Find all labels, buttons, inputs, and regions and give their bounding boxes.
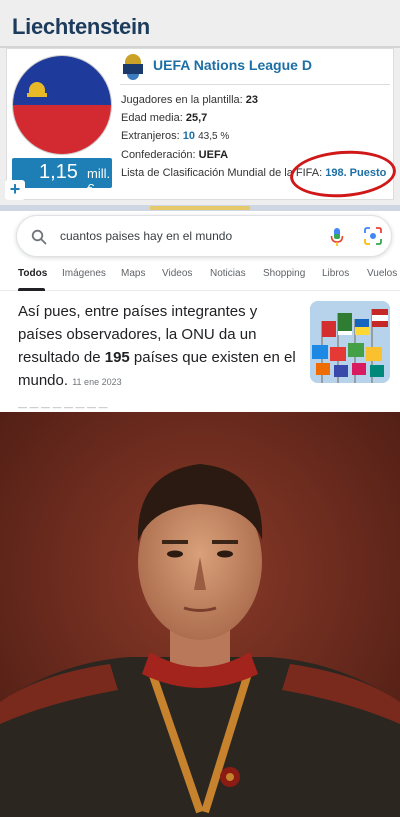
flag-blue-stripe xyxy=(13,56,111,105)
tab-images[interactable]: Imágenes xyxy=(62,268,106,279)
search-tabs: Todos Imágenes Maps Videos Noticias Shop… xyxy=(0,264,400,291)
snippet-date: 11 ene 2023 xyxy=(72,377,122,387)
next-result-cutoff: — — — — — — — — xyxy=(18,402,108,412)
flags-thumbnail[interactable] xyxy=(310,301,390,383)
squad-size-label: Jugadores en la plantilla: xyxy=(121,94,243,106)
market-value-badge[interactable]: 1,15 mill. € xyxy=(12,158,112,196)
foreigners-percent: 43,5 % xyxy=(198,131,230,142)
league-link[interactable]: UEFA Nations League D xyxy=(153,57,312,73)
right-eye xyxy=(217,550,233,558)
info-divider xyxy=(120,84,390,85)
tab-news[interactable]: Noticias xyxy=(210,268,246,279)
snippet-number: 195 xyxy=(104,349,130,366)
market-value-amount: 1,15 xyxy=(39,161,78,183)
top-banner-strip xyxy=(0,205,400,211)
squad-size-value: 23 xyxy=(245,94,259,106)
foreigners-row: Extranjeros: 10 43,5 % xyxy=(121,130,229,142)
military-portrait-image xyxy=(0,412,400,817)
team-profile-panel: Liechtenstein 1,15 mill. € + UEFA Nation… xyxy=(0,0,400,205)
search-icon[interactable] xyxy=(31,229,47,245)
medal-center xyxy=(226,773,234,781)
plus-icon[interactable]: + xyxy=(5,180,25,200)
foreigners-label: Extranjeros: xyxy=(121,130,180,142)
tab-all[interactable]: Todos xyxy=(18,268,47,279)
confederation-label: Confederación: xyxy=(121,149,196,161)
active-tab-indicator xyxy=(18,288,45,291)
microphone-icon[interactable] xyxy=(329,227,345,247)
team-title: Liechtenstein xyxy=(12,14,150,39)
search-input[interactable]: cuantos paises hay en el mundo xyxy=(60,229,232,243)
search-bar[interactable]: cuantos paises hay en el mundo xyxy=(16,215,392,257)
google-lens-icon[interactable] xyxy=(364,227,382,245)
tab-maps[interactable]: Maps xyxy=(121,268,145,279)
flag-red-stripe xyxy=(13,105,111,154)
squad-size-row: Jugadores en la plantilla: 23 xyxy=(121,94,258,106)
left-eyebrow xyxy=(162,540,188,544)
portrait-panel xyxy=(0,412,400,817)
liechtenstein-flag-icon xyxy=(12,55,112,155)
confederation-row: Confederación: UEFA xyxy=(121,149,228,161)
left-eye xyxy=(167,550,183,558)
nations-league-logo-icon xyxy=(123,54,143,80)
average-age-label: Edad media: xyxy=(121,112,183,124)
tab-flights[interactable]: Vuelos xyxy=(367,268,397,279)
google-search-panel: cuantos paises hay en el mundo Todos Imá… xyxy=(0,205,400,412)
foreigners-value[interactable]: 10 xyxy=(183,130,195,142)
average-age-value: 25,7 xyxy=(185,112,208,124)
market-value-unit: mill. € xyxy=(87,166,111,196)
tab-books[interactable]: Libros xyxy=(322,268,349,279)
average-age-row: Edad media: 25,7 xyxy=(121,112,207,124)
tab-videos[interactable]: Videos xyxy=(162,268,192,279)
confederation-value: UEFA xyxy=(198,149,229,161)
right-eyebrow xyxy=(212,540,238,544)
crown-icon xyxy=(27,82,47,104)
featured-snippet: Así pues, entre países integrantes y paí… xyxy=(18,300,300,394)
tab-shopping[interactable]: Shopping xyxy=(263,268,305,279)
